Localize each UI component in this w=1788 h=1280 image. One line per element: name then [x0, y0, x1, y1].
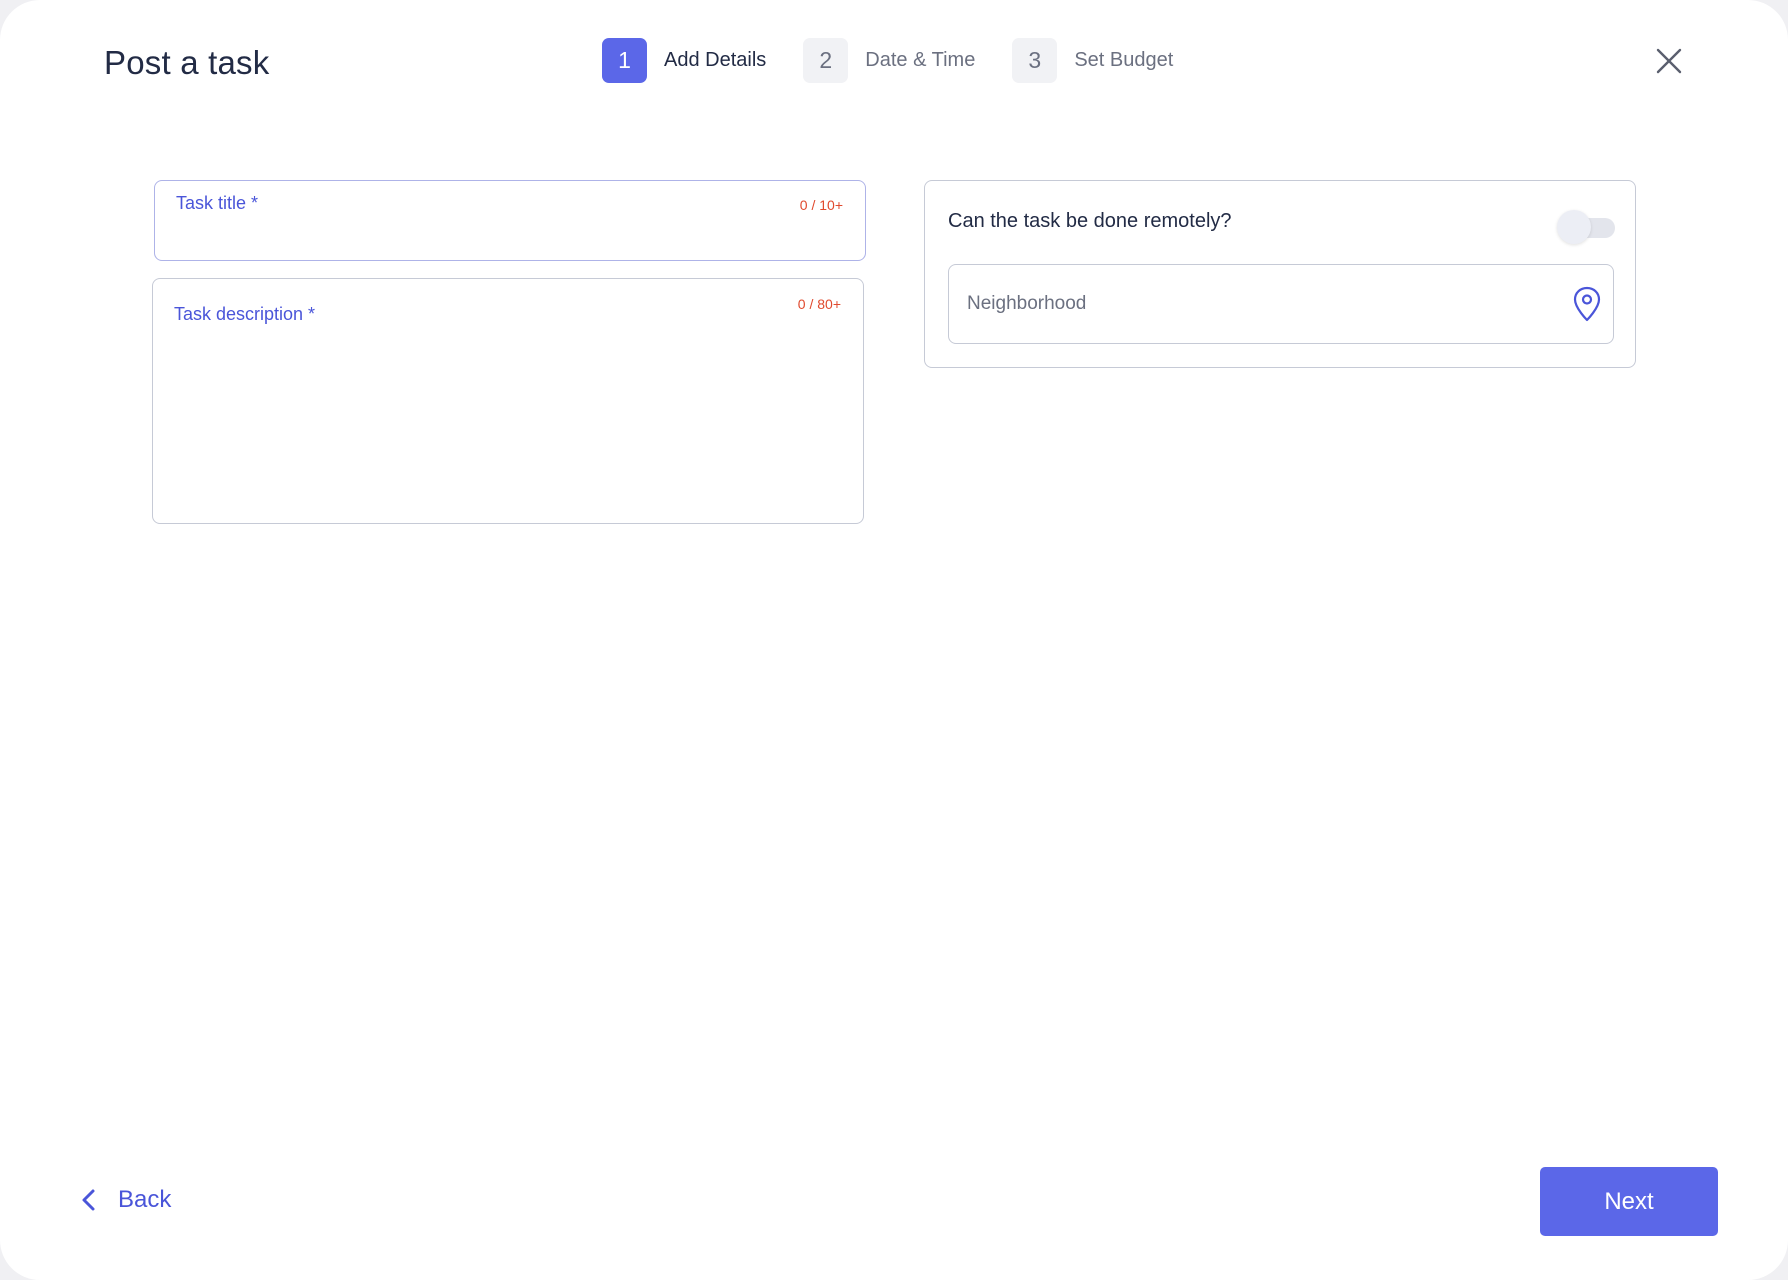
remote-question: Can the task be done remotely? [948, 210, 1232, 232]
task-title-label: Task title * [176, 193, 259, 213]
task-description-counter: 0 / 80+ [797, 296, 841, 312]
next-button[interactable]: Next [1540, 1167, 1718, 1236]
chevron-left-icon [82, 1189, 95, 1211]
step-number: 3 [1012, 38, 1058, 83]
step-label: Add Details [664, 49, 767, 71]
task-description-field[interactable]: Task description * 0 / 80+ [152, 278, 864, 524]
step-number: 1 [602, 38, 647, 83]
remote-card: Can the task be done remotely? [924, 180, 1636, 368]
post-task-modal: Post a task 1 Add Details 2 Date & Time … [0, 0, 1788, 1280]
step-add-details[interactable]: 1 Add Details [602, 38, 766, 83]
neighborhood-input[interactable] [965, 265, 1549, 343]
task-description-label: Task description * [174, 304, 316, 324]
neighborhood-field[interactable] [948, 264, 1614, 344]
task-title-counter: 0 / 10+ [799, 197, 843, 213]
back-button[interactable]: Back [80, 1180, 171, 1220]
step-number: 2 [803, 38, 849, 83]
step-label: Date & Time [865, 49, 976, 71]
location-pin-icon[interactable] [1572, 286, 1602, 322]
remote-toggle[interactable] [1557, 210, 1615, 244]
close-button[interactable] [1652, 44, 1686, 78]
close-icon [1656, 48, 1682, 74]
back-label: Back [118, 1186, 172, 1213]
step-date-time[interactable]: 2 Date & Time [803, 38, 975, 83]
step-label: Set Budget [1074, 49, 1174, 71]
page-title: Post a task [104, 44, 270, 81]
step-set-budget[interactable]: 3 Set Budget [1012, 38, 1173, 83]
stepper: 1 Add Details 2 Date & Time 3 Set Budget [602, 38, 1173, 83]
task-title-field[interactable]: Task title * 0 / 10+ [154, 180, 866, 261]
toggle-knob [1557, 210, 1591, 244]
